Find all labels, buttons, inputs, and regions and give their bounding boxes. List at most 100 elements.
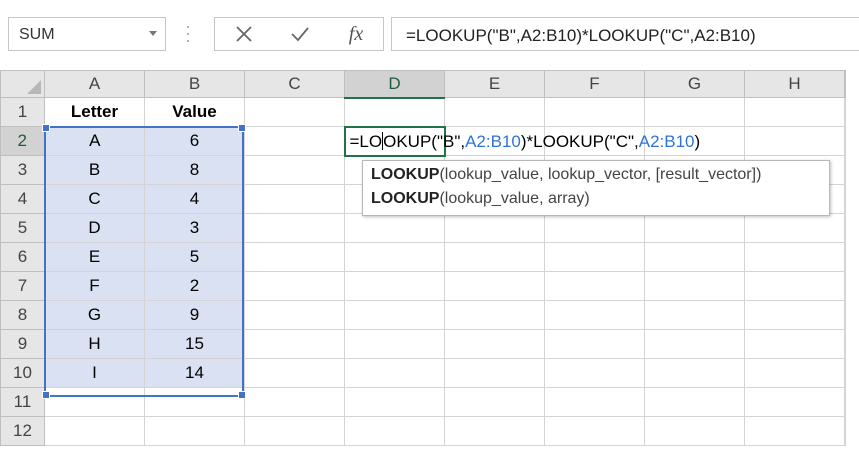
cell-a2[interactable]: A [44, 126, 145, 156]
cell-f8[interactable] [544, 300, 645, 330]
cell-g5[interactable] [644, 213, 745, 243]
row-header-4[interactable]: 4 [0, 184, 45, 214]
cell-h10[interactable] [744, 358, 845, 388]
row-header-9[interactable]: 9 [0, 329, 45, 359]
cell-c5[interactable] [244, 213, 345, 243]
cell-d8[interactable] [344, 300, 445, 330]
cell-e1[interactable] [444, 97, 545, 127]
cell-f10[interactable] [544, 358, 645, 388]
cell-e11[interactable] [444, 387, 545, 417]
cell-b12[interactable] [144, 416, 245, 446]
row-header-11[interactable]: 11 [0, 387, 45, 417]
cell-a6[interactable]: E [44, 242, 145, 272]
cell-h8[interactable] [744, 300, 845, 330]
cell-d1[interactable] [344, 97, 445, 127]
cell-f6[interactable] [544, 242, 645, 272]
column-header-e[interactable]: E [444, 70, 545, 98]
cell-a9[interactable]: H [44, 329, 145, 359]
insert-function-button[interactable]: fx [333, 18, 379, 50]
cell-c11[interactable] [244, 387, 345, 417]
cell-d10[interactable] [344, 358, 445, 388]
cell-c1[interactable] [244, 97, 345, 127]
cell-c7[interactable] [244, 271, 345, 301]
cell-b4[interactable]: 4 [144, 184, 245, 214]
column-header-d[interactable]: D [344, 70, 445, 99]
name-box[interactable]: SUM [8, 17, 166, 51]
cell-i9[interactable] [844, 329, 846, 359]
cell-a12[interactable] [44, 416, 145, 446]
cell-a3[interactable]: B [44, 155, 145, 185]
tooltip-syntax-array[interactable]: LOOKUP(lookup_value, array) [371, 190, 590, 208]
row-header-12[interactable]: 12 [0, 416, 45, 446]
cell-g10[interactable] [644, 358, 745, 388]
cell-g7[interactable] [644, 271, 745, 301]
cell-i7[interactable] [844, 271, 846, 301]
cell-d2-editing[interactable]: =LOOKUP("B",A2:B10)*LOOKUP("C",A2:B10) [343, 125, 700, 157]
row-header-5[interactable]: 5 [0, 213, 45, 243]
column-header-h[interactable]: H [744, 70, 845, 98]
row-header-7[interactable]: 7 [0, 271, 45, 301]
cell-i11[interactable] [844, 387, 846, 417]
cell-g12[interactable] [644, 416, 745, 446]
cell-d12[interactable] [344, 416, 445, 446]
cell-f9[interactable] [544, 329, 645, 359]
cell-d7[interactable] [344, 271, 445, 301]
cell-g11[interactable] [644, 387, 745, 417]
cell-e8[interactable] [444, 300, 545, 330]
cell-h7[interactable] [744, 271, 845, 301]
cell-b5[interactable]: 3 [144, 213, 245, 243]
cell-i5[interactable] [844, 213, 846, 243]
column-header-g[interactable]: G [644, 70, 745, 98]
cell-c8[interactable] [244, 300, 345, 330]
cell-a7[interactable]: F [44, 271, 145, 301]
cell-d9[interactable] [344, 329, 445, 359]
cell-i8[interactable] [844, 300, 846, 330]
cell-f7[interactable] [544, 271, 645, 301]
cell-a1[interactable]: Letter [44, 97, 145, 127]
cell-b3[interactable]: 8 [144, 155, 245, 185]
cell-b6[interactable]: 5 [144, 242, 245, 272]
cell-g8[interactable] [644, 300, 745, 330]
cell-i10[interactable] [844, 358, 846, 388]
cell-a5[interactable]: D [44, 213, 145, 243]
cell-f5[interactable] [544, 213, 645, 243]
cancel-button[interactable] [221, 18, 267, 50]
cell-e10[interactable] [444, 358, 545, 388]
grip-icon[interactable] [186, 22, 190, 46]
cell-b10[interactable]: 14 [144, 358, 245, 388]
cell-e7[interactable] [444, 271, 545, 301]
cell-c10[interactable] [244, 358, 345, 388]
cell-h6[interactable] [744, 242, 845, 272]
cell-c3[interactable] [244, 155, 345, 185]
cell-e5[interactable] [444, 213, 545, 243]
row-header-1[interactable]: 1 [0, 97, 45, 127]
cell-c6[interactable] [244, 242, 345, 272]
cell-d6[interactable] [344, 242, 445, 272]
formula-input[interactable]: =LOOKUP("B",A2:B10)*LOOKUP("C",A2:B10) [391, 17, 859, 51]
row-header-2[interactable]: 2 [0, 126, 46, 156]
cell-i3[interactable] [844, 155, 846, 185]
column-header-b[interactable]: B [144, 70, 245, 98]
row-header-10[interactable]: 10 [0, 358, 45, 388]
column-header-c[interactable]: C [244, 70, 345, 98]
cell-c2[interactable] [244, 126, 345, 156]
cell-a4[interactable]: C [44, 184, 145, 214]
cell-b2[interactable]: 6 [144, 126, 245, 156]
cell-b1[interactable]: Value [144, 97, 245, 127]
cell-h11[interactable] [744, 387, 845, 417]
cell-f12[interactable] [544, 416, 645, 446]
chevron-down-icon[interactable] [149, 31, 157, 36]
cell-h9[interactable] [744, 329, 845, 359]
cell-g6[interactable] [644, 242, 745, 272]
cell-b11[interactable] [144, 387, 245, 417]
cell-c9[interactable] [244, 329, 345, 359]
enter-button[interactable] [277, 18, 323, 50]
cell-a10[interactable]: I [44, 358, 145, 388]
cell-i2[interactable] [844, 126, 846, 156]
cell-g1[interactable] [644, 97, 745, 127]
column-header-f[interactable]: F [544, 70, 645, 98]
cell-b8[interactable]: 9 [144, 300, 245, 330]
cell-b7[interactable]: 2 [144, 271, 245, 301]
cell-h2[interactable] [744, 126, 845, 156]
cell-a8[interactable]: G [44, 300, 145, 330]
